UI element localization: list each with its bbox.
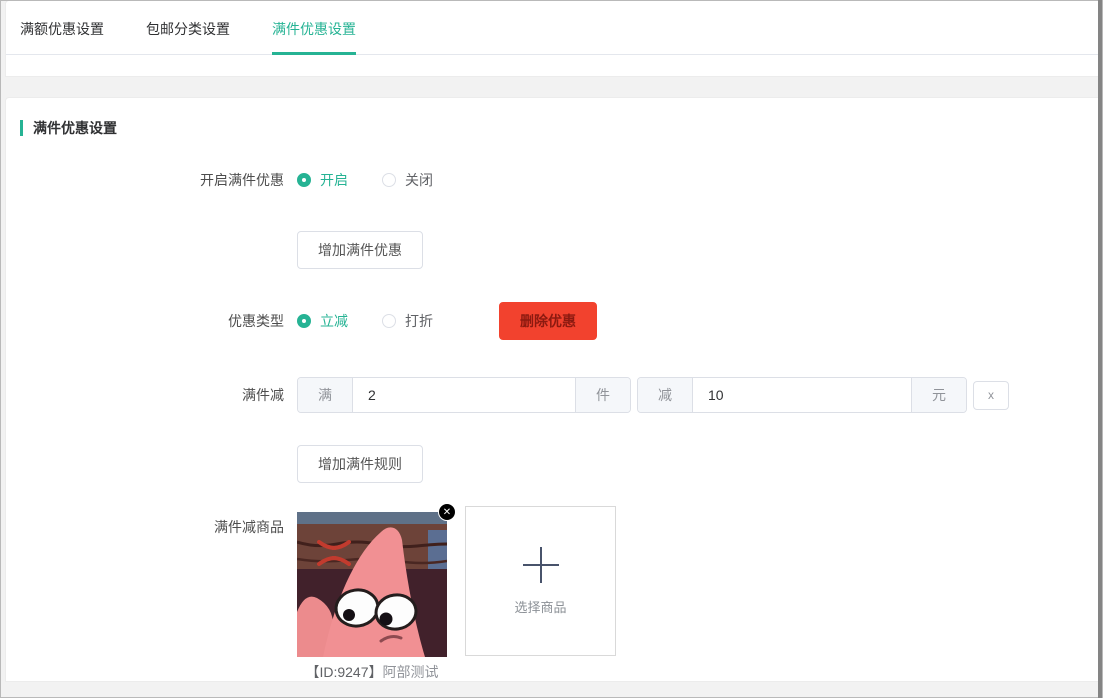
- remove-product-icon[interactable]: ✕: [438, 503, 456, 521]
- select-product-box[interactable]: 选择商品: [465, 506, 616, 656]
- radio-percent-label: 打折: [405, 313, 433, 329]
- delete-discount-button[interactable]: 删除优惠: [499, 302, 597, 340]
- enable-discount-row: 开启满件优惠 开启 关闭: [6, 170, 1103, 190]
- radio-type-reduce[interactable]: 立减: [297, 311, 348, 331]
- radio-enable-off[interactable]: 关闭: [382, 170, 433, 190]
- quantity-unit: 件: [575, 378, 630, 412]
- product-item: ✕ 【ID:9247】阿部测试: [297, 503, 456, 682]
- quantity-prefix: 满: [298, 378, 353, 412]
- rule-row: 满件减 满 件 减 元 x: [6, 377, 1103, 413]
- product-thumbnail[interactable]: ✕: [297, 503, 456, 657]
- quantity-input-group: 满 件: [297, 377, 631, 413]
- radio-off-label: 关闭: [405, 172, 433, 188]
- select-product-label: 选择商品: [514, 599, 567, 615]
- vertical-scrollbar[interactable]: [1098, 0, 1102, 698]
- card-gap: [0, 77, 1103, 97]
- product-name: 阿部测试: [382, 664, 439, 680]
- amount-prefix: 减: [638, 378, 693, 412]
- content-card: 满件优惠设置 开启满件优惠 开启 关闭 增加满件优惠 优惠类型 立减 打折 删除…: [5, 97, 1103, 682]
- product-id: 【ID:9247】: [305, 664, 383, 680]
- enable-discount-label: 开启满件优惠: [200, 172, 284, 188]
- radio-type-percent[interactable]: 打折: [382, 311, 433, 331]
- tabs-card: 满额优惠设置 包邮分类设置 满件优惠设置: [5, 0, 1103, 77]
- add-rule-button[interactable]: 增加满件规则: [297, 445, 423, 483]
- page-title: 满件优惠设置: [33, 120, 117, 136]
- discount-type-row: 优惠类型 立减 打折 删除优惠: [6, 302, 1103, 340]
- tab-free-shipping-category[interactable]: 包邮分类设置: [146, 1, 230, 55]
- radio-reduce-icon: [297, 314, 311, 328]
- rule-label: 满件减: [242, 387, 284, 403]
- product-caption: 【ID:9247】阿部测试: [297, 662, 447, 682]
- products-row: 满件减商品 ✕ 【ID:9247】阿部测试 选择商品: [6, 503, 1103, 682]
- section-accent-bar: [20, 120, 23, 136]
- amount-input-group: 减 元: [637, 377, 967, 413]
- quantity-input[interactable]: [353, 378, 575, 412]
- remove-rule-button[interactable]: x: [973, 380, 1009, 410]
- radio-on-icon: [297, 173, 311, 187]
- product-image: [297, 512, 447, 657]
- add-discount-button[interactable]: 增加满件优惠: [297, 231, 423, 269]
- tab-full-amount-discount[interactable]: 满额优惠设置: [20, 1, 104, 55]
- radio-percent-icon: [382, 314, 396, 328]
- plus-icon: [522, 546, 559, 583]
- amount-unit: 元: [911, 378, 966, 412]
- radio-on-label: 开启: [320, 172, 348, 188]
- products-label: 满件减商品: [214, 519, 284, 535]
- discount-type-label: 优惠类型: [228, 313, 284, 329]
- radio-reduce-label: 立减: [320, 313, 348, 329]
- tab-bar: 满额优惠设置 包邮分类设置 满件优惠设置: [6, 1, 1103, 55]
- tab-quantity-discount[interactable]: 满件优惠设置: [272, 1, 356, 55]
- radio-enable-on[interactable]: 开启: [297, 170, 348, 190]
- section-header: 满件优惠设置: [20, 118, 1103, 138]
- radio-off-icon: [382, 173, 396, 187]
- amount-input[interactable]: [693, 378, 911, 412]
